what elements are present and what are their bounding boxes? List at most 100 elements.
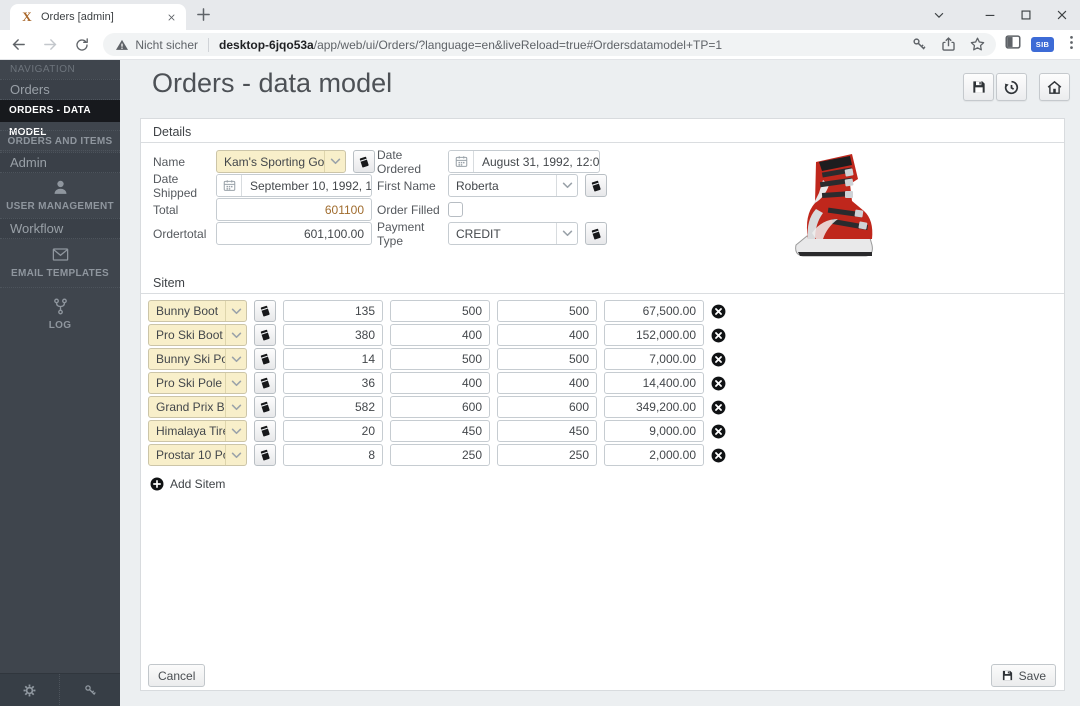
product-select[interactable]: Himalaya Tires [148,420,247,442]
browser-tab[interactable]: X Orders [admin] [10,4,186,30]
product-select[interactable]: Grand Prix Bicycle [148,396,247,418]
product-select[interactable]: Prostar 10 Pound [148,444,247,466]
warning-triangle-icon[interactable] [115,38,129,52]
product-lookup-button[interactable] [254,300,276,322]
product-lookup-button[interactable] [254,348,276,370]
first-name-lookup-button[interactable] [585,174,607,197]
subtotal-input[interactable] [604,324,704,346]
sidebar-item-orders-and-items[interactable]: ORDERS AND ITEMS [0,130,120,151]
subtotal-input[interactable] [604,444,704,466]
sidebar-item-user-management[interactable]: USER MANAGEMENT [0,178,120,212]
window-close-button[interactable] [1044,0,1080,30]
unit-cost-input[interactable] [390,372,490,394]
delete-row-button[interactable] [710,327,726,343]
back-icon[interactable] [6,32,32,58]
history-button[interactable] [996,73,1027,101]
product-select[interactable]: Bunny Boot [148,300,247,322]
menu-dots-icon[interactable] [1063,34,1080,56]
product-lookup-button[interactable] [254,444,276,466]
date-shipped-field[interactable]: September 10, 1992, 12:00 AM [216,174,372,197]
unit-cost-input[interactable] [390,324,490,346]
sidebar-item-email-templates[interactable]: EMAIL TEMPLATES [0,245,120,279]
sidebar-item-orders-data-model[interactable]: ORDERS - DATA MODEL [0,100,120,122]
key-icon[interactable] [60,674,120,706]
unit-cost-input[interactable] [390,396,490,418]
subtotal-input[interactable] [604,372,704,394]
payment-type-select[interactable]: CREDIT [448,222,578,245]
unit-price-input[interactable] [497,324,597,346]
quantity-input[interactable] [283,444,383,466]
unit-price-input[interactable] [497,444,597,466]
sidebar-item-log[interactable]: LOG [0,297,120,331]
subtotal-input[interactable] [604,396,704,418]
book-lookup-icon [258,328,272,342]
order-filled-checkbox[interactable] [448,202,463,217]
payment-type-lookup-button[interactable] [585,222,607,245]
quantity-input[interactable] [283,348,383,370]
name-lookup-button[interactable] [353,150,375,173]
security-label[interactable]: Nicht sicher [135,38,198,52]
product-lookup-button[interactable] [254,420,276,442]
window-maximize-button[interactable] [1008,0,1044,30]
name-select[interactable]: Kam's Sporting Goods [216,150,346,173]
quantity-input[interactable] [283,396,383,418]
delete-row-button[interactable] [710,303,726,319]
delete-row-button[interactable] [710,399,726,415]
product-lookup-button[interactable] [254,324,276,346]
subtotal-input[interactable] [604,300,704,322]
product-lookup-button[interactable] [254,372,276,394]
sidebar-group-workflow[interactable]: Workflow [0,218,120,239]
bookmark-star-icon[interactable] [969,36,986,53]
url-text[interactable]: desktop-6jqo53a/app/web/ui/Orders/?langu… [219,38,899,52]
home-button[interactable] [1039,73,1070,101]
quantity-input[interactable] [283,324,383,346]
total-input[interactable] [216,198,372,221]
delete-row-button[interactable] [710,423,726,439]
add-sitem-button[interactable]: Add Sitem [150,477,225,491]
sidebar-group-orders[interactable]: Orders [0,79,120,100]
quantity-input[interactable] [283,372,383,394]
delete-row-button[interactable] [710,447,726,463]
unit-price-input[interactable] [497,396,597,418]
address-bar[interactable]: Nicht sicher desktop-6jqo53a/app/web/ui/… [103,33,996,56]
tab-close-icon[interactable] [163,9,179,25]
product-value: Grand Prix Bicycle [149,400,225,414]
product-select[interactable]: Bunny Ski Pole [148,348,247,370]
subtotal-input[interactable] [604,348,704,370]
product-lookup-button[interactable] [254,396,276,418]
delete-row-button[interactable] [710,375,726,391]
date-ordered-field[interactable]: August 31, 1992, 12:00 AM [448,150,600,173]
unit-cost-input[interactable] [390,348,490,370]
reload-icon[interactable] [70,32,96,58]
unit-price-input[interactable] [497,300,597,322]
unit-cost-input[interactable] [390,444,490,466]
forward-icon[interactable] [38,32,64,58]
quantity-input[interactable] [283,300,383,322]
delete-row-button[interactable] [710,351,726,367]
side-panel-icon[interactable] [1004,33,1022,56]
unit-price-input[interactable] [497,372,597,394]
save-button-top[interactable] [963,73,994,101]
quantity-input[interactable] [283,420,383,442]
password-key-icon[interactable] [911,36,928,53]
product-select[interactable]: Pro Ski Boot [148,324,247,346]
tab-search-icon[interactable] [924,0,954,30]
calendar-icon[interactable] [217,175,242,196]
first-name-select[interactable]: Roberta [448,174,578,197]
window-minimize-button[interactable] [972,0,1008,30]
product-select[interactable]: Pro Ski Pole [148,372,247,394]
ordertotal-input[interactable] [216,222,372,245]
unit-cost-input[interactable] [390,300,490,322]
unit-cost-input[interactable] [390,420,490,442]
subtotal-input[interactable] [604,420,704,442]
cancel-button[interactable]: Cancel [148,664,205,687]
unit-price-input[interactable] [497,348,597,370]
extension-badge[interactable]: SIB [1031,37,1054,52]
share-icon[interactable] [940,36,957,53]
unit-price-input[interactable] [497,420,597,442]
new-tab-button[interactable] [196,7,212,23]
calendar-icon[interactable] [449,151,474,172]
settings-gear-icon[interactable] [0,674,60,706]
save-button[interactable]: Save [991,664,1056,687]
sidebar-group-admin[interactable]: Admin [0,152,120,173]
